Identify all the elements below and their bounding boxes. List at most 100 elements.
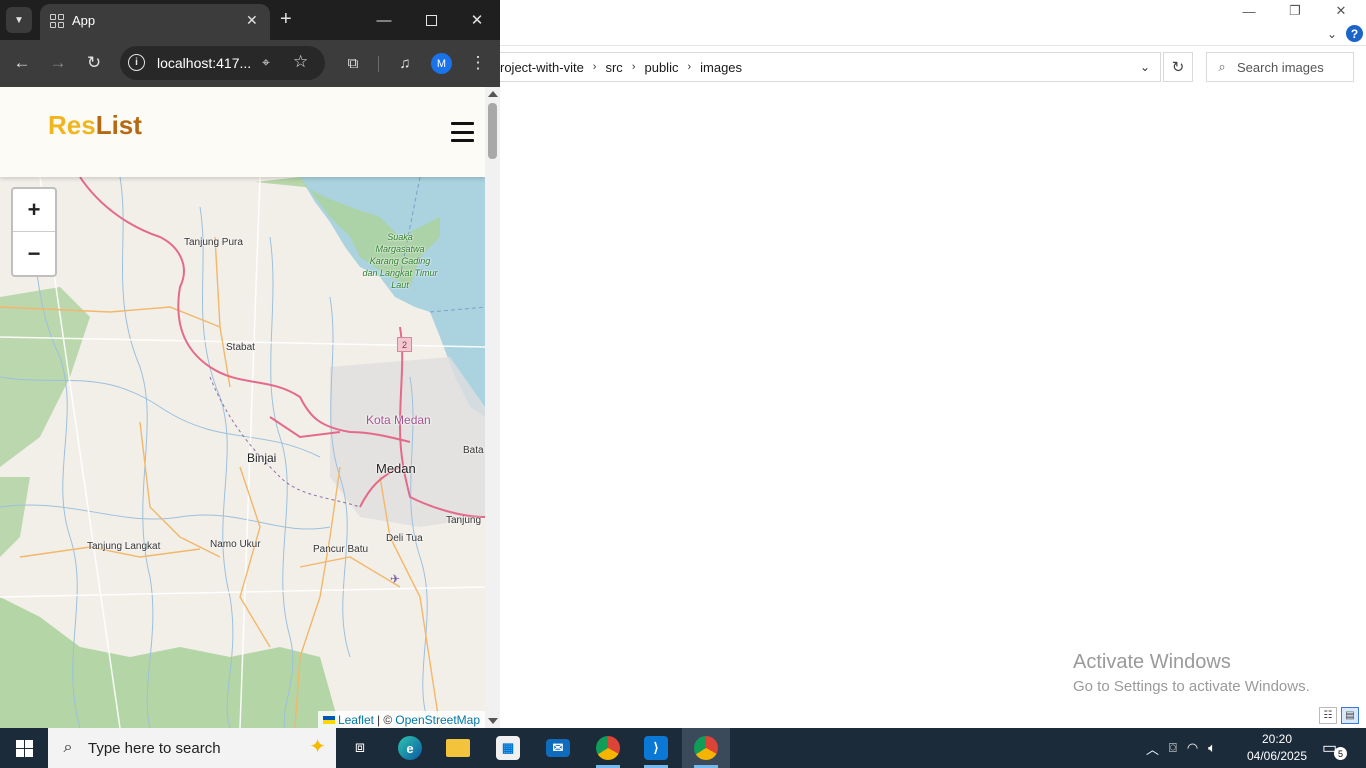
zoom-control: + − — [11, 187, 57, 277]
map-label-tanjung-langkat: Tanjung Langkat — [87, 541, 161, 552]
scroll-up-arrow-icon[interactable] — [488, 91, 498, 97]
app-favicon-icon — [50, 14, 64, 28]
search-icon: ⌕ — [63, 739, 73, 756]
tab-title: App — [72, 13, 96, 28]
toolbar-divider — [378, 56, 379, 72]
map-label-stabat: Stabat — [226, 342, 255, 353]
windows-taskbar: ⌕ Type here to search ✦ ⧈ e ▦ ✉ ⟩ ︿ ⌼ ◠ … — [0, 728, 1366, 768]
zoom-in-button[interactable]: + — [13, 189, 55, 232]
taskbar-chrome-profile-y[interactable] — [584, 728, 632, 768]
explorer-restore-button[interactable]: ❐ — [1272, 0, 1318, 22]
close-window-button[interactable]: ✕ — [459, 6, 495, 34]
brand-part-list: List — [95, 110, 142, 140]
minimize-button[interactable]: — — [366, 6, 402, 34]
address-history-dropdown-icon[interactable]: ⌄ — [1130, 53, 1160, 81]
breadcrumb-item[interactable]: roject-with-vite — [500, 60, 584, 75]
extensions-puzzle-icon[interactable]: ⧉ — [341, 51, 365, 75]
file-explorer-window: — ❐ ✕ ⌄ ? roject-with-vite › src › publi… — [500, 0, 1366, 728]
tab-close-icon[interactable]: ✕ — [246, 12, 258, 29]
search-placeholder: Search images — [1237, 59, 1324, 75]
new-tab-plus-icon[interactable]: + — [280, 8, 292, 30]
breadcrumb-chevron-icon[interactable]: › — [632, 61, 636, 73]
leaflet-link[interactable]: Leaflet — [338, 713, 374, 727]
task-view-icon: ⧈ — [354, 739, 366, 756]
details-view-icon[interactable]: ☷ — [1319, 707, 1337, 724]
edge-icon: e — [398, 736, 422, 760]
map-label-namo-ukur: Namo Ukur — [210, 539, 261, 550]
notification-count-badge: 5 — [1334, 747, 1347, 760]
show-hidden-icons-chevron-icon[interactable]: ︿ — [1146, 739, 1159, 758]
hamburger-menu-icon[interactable] — [451, 122, 474, 142]
scroll-down-arrow-icon[interactable] — [488, 718, 498, 724]
page-viewport: ResList Tanjung Pura Stabat Binjai Medan… — [0, 87, 485, 728]
reload-icon[interactable]: ↻ — [82, 51, 106, 75]
view-toggle: ☷ ▤ — [1319, 707, 1359, 724]
bookmark-star-icon[interactable]: ☆ — [293, 52, 308, 72]
taskbar-store[interactable]: ▦ — [484, 728, 532, 768]
map-label-wildlife-reserve: Suaka Margasatwa Karang Gading dan Langk… — [362, 232, 438, 290]
task-view-button[interactable]: ⧈ — [336, 728, 384, 768]
address-bar[interactable]: roject-with-vite › src › public › images… — [500, 52, 1161, 82]
tab-search-chevron-icon[interactable]: ▼ — [6, 7, 32, 33]
kebab-menu-icon[interactable]: ⋮ — [466, 51, 490, 75]
taskbar-file-explorer[interactable] — [434, 728, 482, 768]
leaflet-map[interactable]: Tanjung Pura Stabat Binjai Medan Kota Me… — [0, 177, 485, 728]
search-icon: ⌕ — [1218, 59, 1226, 74]
taskbar-edge[interactable]: e — [386, 728, 434, 768]
taskbar-mail[interactable]: ✉ — [534, 728, 582, 768]
refresh-icon[interactable]: ↻ — [1163, 52, 1193, 82]
scrollbar-thumb[interactable] — [488, 103, 497, 159]
start-button[interactable] — [0, 728, 48, 768]
map-label-deli-tua: Deli Tua — [386, 533, 423, 544]
windows-logo-icon — [15, 739, 33, 757]
breadcrumb-item[interactable]: images — [700, 60, 742, 75]
brand-logo[interactable]: ResList — [48, 110, 142, 141]
zoom-out-button[interactable]: − — [13, 232, 55, 275]
chrome-icon — [596, 736, 620, 760]
breadcrumb-item[interactable]: src — [605, 60, 622, 75]
watermark-subtitle: Go to Settings to activate Windows. — [1073, 678, 1310, 695]
airport-icon: ✈ — [390, 572, 401, 586]
explorer-search-input[interactable]: ⌕ Search images — [1206, 52, 1354, 82]
watermark-title: Activate Windows — [1073, 651, 1231, 673]
map-label-kota-medan: Kota Medan — [366, 413, 431, 427]
media-control-icon[interactable]: ♫ — [393, 51, 417, 75]
large-icons-view-icon[interactable]: ▤ — [1341, 707, 1359, 724]
app-navbar: ResList — [0, 87, 485, 177]
maximize-button[interactable] — [413, 6, 449, 34]
forward-arrow-icon[interactable]: → — [46, 51, 70, 75]
breadcrumb-chevron-icon[interactable]: › — [593, 61, 597, 73]
page-scrollbar[interactable] — [485, 87, 500, 728]
volume-icon[interactable]: 🔈︎ — [1208, 740, 1216, 756]
site-info-icon[interactable]: i — [128, 54, 145, 71]
help-icon[interactable]: ? — [1346, 25, 1363, 42]
taskbar-chrome-profile-m[interactable] — [682, 728, 730, 768]
url-text[interactable]: localhost:417... — [157, 55, 251, 71]
taskbar-search-box[interactable]: ⌕ Type here to search ✦ — [48, 728, 336, 768]
activate-windows-watermark: Activate Windows Go to Settings to activ… — [1073, 651, 1310, 695]
profile-avatar[interactable]: M — [431, 53, 452, 74]
back-arrow-icon[interactable]: ← — [10, 51, 34, 75]
explorer-minimize-button[interactable]: — — [1226, 0, 1272, 22]
map-label-binjai: Binjai — [247, 451, 277, 465]
openstreetmap-link[interactable]: OpenStreetMap — [395, 713, 480, 727]
explorer-titlebar: — ❐ ✕ ⌄ ? — [500, 0, 1366, 46]
vscode-icon: ⟩ — [644, 736, 668, 760]
address-omnibox[interactable]: i localhost:417... ⌖ ☆ — [120, 46, 325, 80]
attribution-separator: | © — [376, 712, 393, 727]
notification-center-icon[interactable]: ▭ 5 — [1322, 738, 1347, 760]
tab-app[interactable]: App ✕ — [40, 4, 270, 40]
expand-ribbon-chevron-icon[interactable]: ⌄ — [1322, 24, 1342, 44]
search-highlight-sparkle-icon[interactable]: ✦ — [309, 734, 326, 759]
network-wifi-icon[interactable]: ◠ — [1187, 740, 1198, 756]
taskbar-clock[interactable]: 20:20 04/06/2025 — [1240, 731, 1314, 765]
breadcrumb-item[interactable]: public — [644, 60, 678, 75]
meet-now-icon[interactable]: ⌼ — [1169, 740, 1177, 756]
taskbar-vscode[interactable]: ⟩ — [632, 728, 680, 768]
map-label-tanjung-pura: Tanjung Pura — [184, 237, 243, 248]
location-pin-icon[interactable]: ⌖ — [262, 54, 270, 71]
explorer-close-button[interactable]: ✕ — [1318, 0, 1364, 22]
breadcrumb-chevron-icon[interactable]: › — [687, 61, 691, 73]
clock-date: 04/06/2025 — [1246, 749, 1308, 763]
store-icon: ▦ — [496, 736, 520, 760]
